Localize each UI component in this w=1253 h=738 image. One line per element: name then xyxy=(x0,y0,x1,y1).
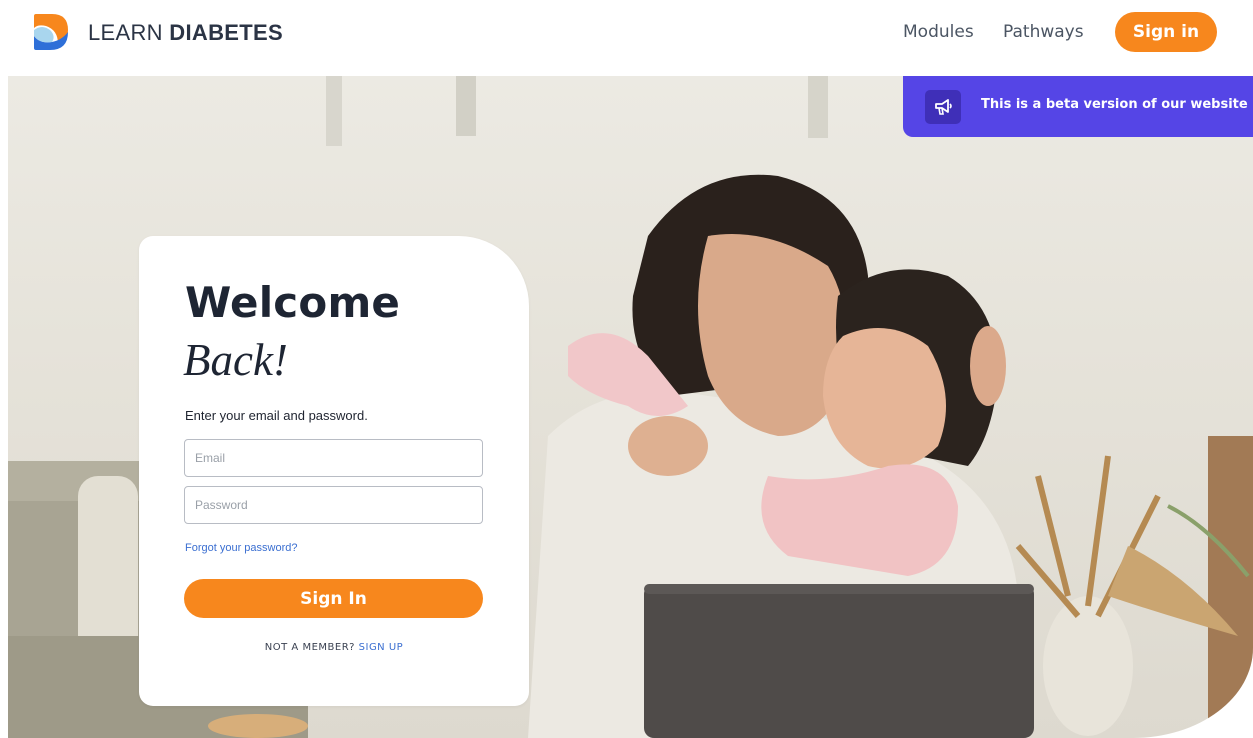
forgot-password-link[interactable]: Forgot your password? xyxy=(185,542,298,554)
login-card: Welcome Back! Enter your email and passw… xyxy=(139,236,529,706)
login-instructions: Enter your email and password. xyxy=(185,408,368,423)
beta-banner: This is a beta version of our website xyxy=(903,76,1253,137)
email-field[interactable] xyxy=(184,439,483,477)
signup-prompt: NOT A MEMBER? SIGN UP xyxy=(139,642,529,653)
learn-diabetes-logo[interactable] xyxy=(28,10,74,54)
brand-name[interactable]: LEARN DIABETES xyxy=(88,20,283,46)
nav-link-modules[interactable]: Modules xyxy=(903,22,974,42)
header-signin-button[interactable]: Sign in xyxy=(1115,12,1217,52)
nav-link-pathways[interactable]: Pathways xyxy=(1003,22,1084,42)
megaphone-icon xyxy=(925,90,961,124)
beta-banner-text: This is a beta version of our website xyxy=(981,97,1248,112)
password-field[interactable] xyxy=(184,486,483,524)
brand-name-light: LEARN xyxy=(88,20,163,45)
signin-button[interactable]: Sign In xyxy=(184,579,483,618)
brand-name-bold: DIABETES xyxy=(169,20,283,45)
not-member-text: NOT A MEMBER? xyxy=(264,642,355,653)
login-title: Welcome xyxy=(185,278,401,327)
login-title-script: Back! xyxy=(183,335,288,385)
site-header: LEARN DIABETES Modules Pathways Sign in xyxy=(0,0,1253,76)
signup-link[interactable]: SIGN UP xyxy=(359,642,404,653)
